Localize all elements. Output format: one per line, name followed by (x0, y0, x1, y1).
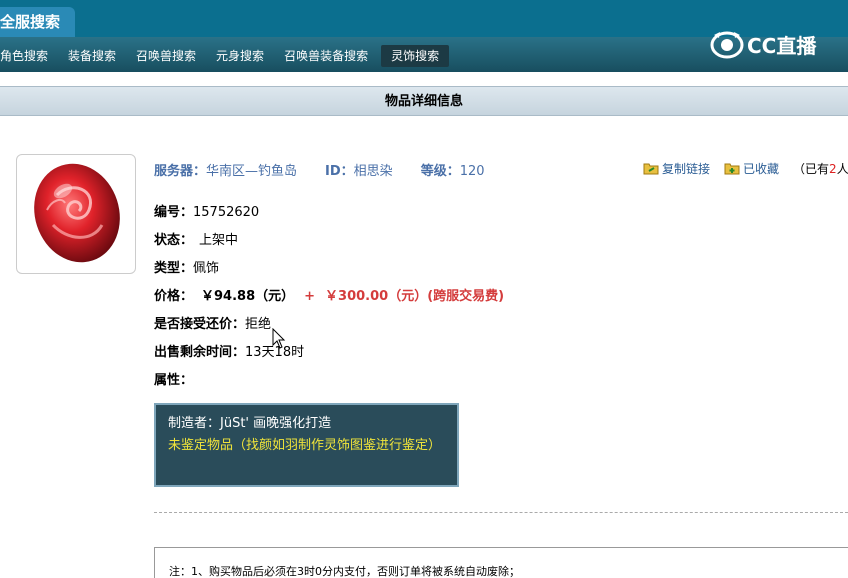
type-value: 佩饰 (193, 261, 220, 276)
attributes-row: 属性： (154, 369, 193, 388)
remaining-label: 出售剩余时间： (154, 345, 246, 360)
red-jade-ornament-image (34, 163, 120, 263)
logo-text: CC直播 (747, 33, 817, 58)
server-value: 华南区—钓鱼岛 (206, 164, 298, 179)
section-divider (154, 512, 848, 513)
server-info: 服务器：华南区—钓鱼岛 (154, 160, 297, 179)
nav-lingshi-search[interactable]: 灵饰搜索 (381, 45, 450, 67)
bargain-label: 是否接受还价： (154, 317, 246, 332)
folder-link-icon (643, 163, 659, 175)
item-summary-line: 服务器：华南区—钓鱼岛 ID：相思染 等级：120 (154, 160, 485, 179)
fav-count: 2 (829, 162, 837, 176)
mouse-cursor-icon (272, 328, 286, 349)
type-label: 类型： (154, 261, 194, 276)
fav-note-prefix: （已有 (793, 162, 830, 176)
nav-list: 角色搜索 装备搜索 召唤兽搜索 元身搜索 召唤兽装备搜索 灵饰搜索 (0, 45, 450, 67)
nav-yuanshen-search[interactable]: 元身搜索 (206, 45, 274, 67)
fav-note-suffix: 人收藏） (836, 162, 848, 176)
nav-summon-search[interactable]: 召唤兽搜索 (126, 45, 206, 67)
folder-add-icon (724, 163, 740, 175)
item-image (16, 154, 136, 274)
item-actions: 复制链接 已收藏 （已有2人收藏） (643, 160, 848, 177)
price-row: 价格： ￥94.88（元） + ￥300.00（元）(跨服交易费) (154, 285, 504, 304)
purchase-notes: 注：1、购买物品后必须在3时0分内支付，否则订单将被系统自动废除； (154, 547, 848, 578)
attributes-label: 属性： (154, 373, 194, 388)
maker-text: 制造者：JüSt' 画晚强化打造 (168, 416, 332, 431)
price-label: 价格： (154, 289, 194, 304)
cc-logo-icon (710, 31, 744, 59)
price-plus: + (304, 289, 316, 304)
id-label: ID： (325, 164, 354, 179)
number-row: 编号：15752620 (154, 201, 259, 220)
favorited-label: 已收藏 (743, 162, 780, 176)
status-value: 上架中 (199, 233, 239, 248)
nav-equipment-search[interactable]: 装备搜索 (58, 45, 126, 67)
id-info: ID：相思染 (325, 160, 393, 179)
id-value: 相思染 (353, 164, 393, 179)
level-info: 等级：120 (421, 160, 485, 179)
cc-live-logo: CC直播 (710, 26, 816, 62)
bargain-row: 是否接受还价：拒绝 (154, 313, 271, 332)
type-row: 类型：佩饰 (154, 257, 219, 276)
level-label: 等级： (420, 164, 460, 179)
favorite-count-note: （已有2人收藏） (793, 160, 848, 177)
status-label: 状态： (154, 233, 194, 248)
spacer (0, 72, 848, 86)
page-title: 物品详细信息 (0, 86, 848, 116)
level-value: 120 (459, 164, 485, 179)
server-label: 服务器： (154, 164, 207, 179)
unidentified-text: 未鉴定物品（找颜如羽制作灵饰图鉴进行鉴定） (168, 438, 442, 453)
cross-server-fee: ￥300.00（元）(跨服交易费) (325, 289, 505, 304)
nav-summon-equipment-search[interactable]: 召唤兽装备搜索 (274, 45, 378, 67)
tab-all-label: 全服搜索 (0, 13, 61, 31)
favorited-button[interactable]: 已收藏 (724, 160, 779, 177)
number-value: 15752620 (193, 205, 260, 220)
bargain-value: 拒绝 (245, 317, 272, 332)
tab-all-server-search[interactable]: 全服搜索 (0, 7, 75, 37)
status-row: 状态： 上架中 (154, 229, 238, 248)
attributes-box: 制造者：JüSt' 画晚强化打造 未鉴定物品（找颜如羽制作灵饰图鉴进行鉴定） (154, 403, 459, 487)
copy-link-label: 复制链接 (662, 162, 711, 176)
number-label: 编号： (154, 205, 194, 220)
nav-role-search[interactable]: 角色搜索 (0, 45, 58, 67)
copy-link-button[interactable]: 复制链接 (643, 160, 710, 177)
note-line-1: 注：1、购买物品后必须在3时0分内支付，否则订单将被系统自动废除； (169, 565, 520, 578)
price-value: ￥94.88（元） (201, 289, 295, 304)
